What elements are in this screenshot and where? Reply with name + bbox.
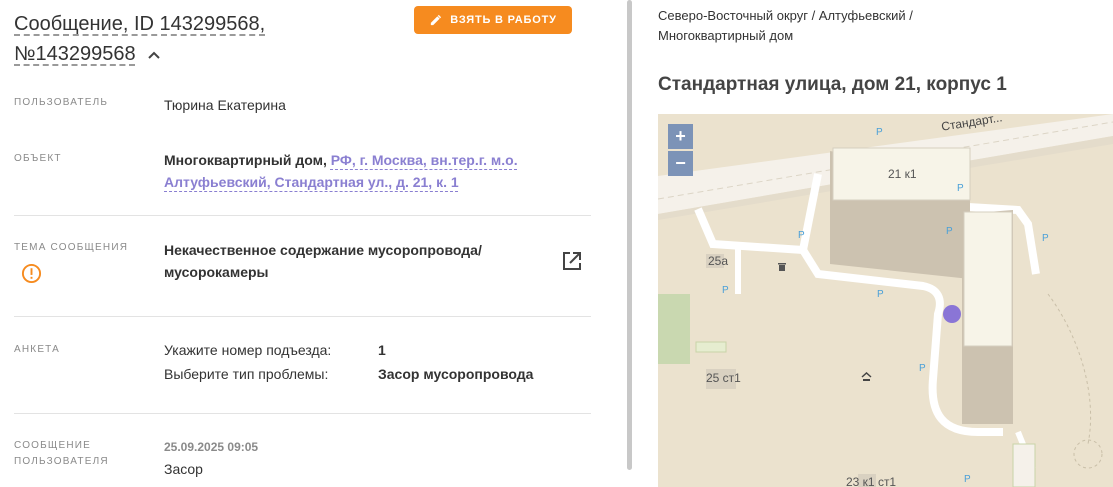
take-to-work-label: ВЗЯТЬ В РАБОТУ	[450, 14, 557, 26]
parking-icon: P	[919, 363, 926, 374]
object-value: Многоквартирный дом, РФ, г. Москва, вн.т…	[164, 149, 584, 193]
object-type: Многоквартирный дом,	[164, 152, 327, 168]
anketa-answer: Засор мусоропровода	[378, 366, 534, 382]
breadcrumb-line-1: Северо-Восточный округ / Алтуфьевский /	[658, 8, 913, 23]
parking-icon: P	[876, 127, 883, 138]
breadcrumb: Северо-Восточный округ / Алтуфьевский / …	[658, 6, 1098, 46]
building-label-main: 21 к1	[888, 167, 917, 181]
pencil-icon	[431, 14, 442, 25]
object-address-link-line2[interactable]: Алтуфьевский, Стандартная ул., д. 21, к.…	[164, 174, 459, 190]
object-address-link[interactable]: РФ, г. Москва, вн.тер.г. м.о.	[331, 152, 518, 168]
user-label: ПОЛЬЗОВАТЕЛЬ	[14, 97, 109, 108]
message-label-line-1: СООБЩЕНИЕ	[14, 440, 92, 451]
building-entrance-icon	[861, 372, 872, 381]
zoom-out-button[interactable]: −	[668, 151, 693, 176]
parking-icon: P	[1042, 233, 1049, 244]
message-date: 25.09.2025 09:05	[164, 440, 259, 454]
building-label-25a: 25а	[708, 254, 729, 268]
map-background	[658, 114, 1113, 487]
topic-label: ТЕМА СООБЩЕНИЯ	[14, 242, 129, 253]
map[interactable]: + − Стандарт... 21 к1 25а 25 ст1 23 к1 с…	[658, 114, 1113, 487]
topic-line-2: мусорокамеры	[164, 264, 269, 280]
location-panel: Северо-Восточный округ / Алтуфьевский / …	[640, 0, 1113, 487]
anketa-label: АНКЕТА	[14, 344, 61, 355]
message-details-panel: Сообщение, ID 143299568, №143299568 ВЗЯТ…	[0, 0, 630, 487]
parking-icon: P	[946, 226, 953, 237]
address-title: Стандартная улица, дом 21, корпус 1	[658, 74, 1007, 95]
title-line-1: Сообщение, ID 143299568,	[14, 13, 266, 35]
scrollbar[interactable]	[627, 0, 632, 470]
user-value: Тюрина Екатерина	[164, 97, 286, 113]
anketa-answer: 1	[378, 342, 386, 358]
zoom-controls: + −	[668, 124, 693, 176]
divider	[14, 316, 591, 317]
parking-icon: P	[877, 289, 884, 300]
message-label: СООБЩЕНИЕ ПОЛЬЗОВАТЕЛЯ	[14, 438, 109, 470]
trash-icon	[778, 263, 786, 271]
zoom-in-button[interactable]: +	[668, 124, 693, 149]
parking-icon: P	[957, 183, 964, 194]
divider	[14, 413, 591, 414]
divider	[14, 215, 591, 216]
message-text: Засор	[164, 461, 203, 477]
building-label-23k1st1: 23 к1 ст1	[846, 475, 897, 487]
take-to-work-button[interactable]: ВЗЯТЬ В РАБОТУ	[414, 6, 572, 34]
breadcrumb-line-2: Многоквартирный дом	[658, 28, 794, 43]
anketa-question: Выберите тип проблемы:	[164, 366, 329, 382]
parking-icon: P	[722, 285, 729, 296]
building-label-25st1: 25 ст1	[706, 371, 741, 385]
topic-line-1: Некачественное содержание мусоропровода/	[164, 242, 482, 258]
object-label: ОБЪЕКТ	[14, 153, 62, 164]
warning-icon	[21, 263, 42, 284]
open-external-icon[interactable]	[561, 250, 583, 272]
title-line-2: №143299568	[14, 43, 136, 65]
topic-value: Некачественное содержание мусоропровода/…	[164, 239, 544, 283]
chevron-up-icon[interactable]	[147, 48, 161, 62]
message-title[interactable]: Сообщение, ID 143299568, №143299568	[14, 9, 404, 69]
anketa-question: Укажите номер подъезда:	[164, 342, 332, 358]
location-marker[interactable]	[943, 305, 961, 323]
parking-icon: P	[798, 230, 805, 241]
message-label-line-2: ПОЛЬЗОВАТЕЛЯ	[14, 456, 109, 467]
parking-icon: P	[964, 474, 971, 485]
